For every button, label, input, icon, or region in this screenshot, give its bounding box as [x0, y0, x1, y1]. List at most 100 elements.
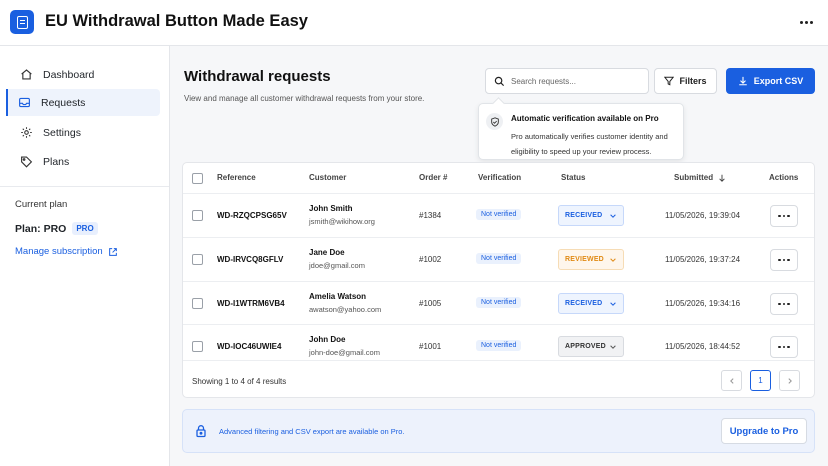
results-summary: Showing 1 to 4 of 4 results — [192, 377, 287, 386]
column-header-status: Status — [561, 173, 586, 182]
upgrade-to-pro-button[interactable]: Upgrade to Pro — [721, 418, 807, 444]
row-status-label: RECEIVED — [565, 212, 603, 219]
tooltip-body: Pro automatically verifies customer iden… — [511, 132, 668, 156]
pro-badge: PRO — [72, 222, 98, 235]
row-actions-button[interactable] — [770, 293, 798, 315]
column-header-verification: Verification — [478, 173, 522, 182]
row-reference: WD-IRVCQ8GFLV — [217, 255, 284, 264]
chevron-down-icon — [610, 213, 616, 218]
table-footer: Showing 1 to 4 of 4 results 1 — [183, 360, 814, 397]
table-row: WD-RZQCPSG65V John Smith jsmith@wikihow.… — [183, 193, 814, 236]
column-header-order: Order # — [419, 173, 448, 182]
next-page-button[interactable] — [779, 370, 800, 391]
current-plan-caption: Current plan — [15, 199, 68, 210]
tooltip-title: Automatic verification available on Pro — [511, 114, 659, 123]
filters-label: Filters — [679, 76, 707, 86]
sidebar: Dashboard Requests Settings Plans Curren… — [0, 46, 170, 466]
search-box[interactable] — [485, 68, 649, 94]
row-customer-email: jsmith@wikihow.org — [309, 217, 375, 226]
row-customer-name: Amelia Watson — [309, 292, 367, 301]
row-checkbox[interactable] — [192, 254, 203, 265]
chevron-left-icon — [729, 377, 734, 384]
column-header-submitted[interactable]: Submitted — [674, 173, 726, 182]
row-customer-email: john-doe@gmail.com — [309, 348, 380, 357]
column-header-actions: Actions — [769, 173, 799, 182]
row-checkbox[interactable] — [192, 210, 203, 221]
row-order-number: #1005 — [419, 299, 442, 308]
chevron-right-icon — [787, 377, 792, 384]
row-customer-name: John Doe — [309, 335, 346, 344]
export-csv-button[interactable]: Export CSV — [726, 68, 815, 94]
select-all-checkbox[interactable] — [192, 173, 203, 184]
row-customer-name: Jane Doe — [309, 248, 345, 257]
row-checkbox[interactable] — [192, 341, 203, 352]
app-title: EU Withdrawal Button Made Easy — [45, 12, 308, 30]
row-reference: WD-RZQCPSG65V — [217, 211, 287, 220]
sidebar-divider — [0, 186, 169, 187]
search-icon — [494, 76, 505, 86]
row-reference: WD-IOC46UWIE4 — [217, 342, 282, 351]
row-status-label: APPROVED — [565, 343, 606, 350]
row-verification-badge: Not verified — [476, 209, 522, 220]
search-input[interactable] — [511, 76, 641, 86]
table-row: WD-IRVCQ8GFLV Jane Doe jdoe@gmail.com #1… — [183, 237, 814, 280]
page-button-current[interactable]: 1 — [750, 370, 771, 391]
row-submitted-date: 11/05/2026, 18:44:52 — [665, 342, 741, 351]
upsell-message: Advanced filtering and CSV export are av… — [219, 427, 405, 436]
row-actions-button[interactable] — [770, 205, 798, 227]
column-header-customer: Customer — [309, 173, 347, 182]
sidebar-item-label: Plans — [43, 155, 70, 168]
tag-icon — [21, 156, 33, 168]
row-submitted-date: 11/05/2026, 19:37:24 — [665, 255, 741, 264]
sidebar-item-requests[interactable]: Requests — [6, 89, 160, 116]
chevron-down-icon — [610, 301, 616, 306]
lock-icon — [196, 425, 206, 438]
row-status-select[interactable]: REVIEWED — [558, 249, 624, 270]
row-customer-email: awatson@yahoo.com — [309, 305, 382, 314]
row-verification-badge: Not verified — [476, 297, 522, 308]
row-status-select[interactable]: RECEIVED — [558, 205, 624, 226]
row-status-select[interactable]: APPROVED — [558, 336, 624, 357]
upsell-banner: Advanced filtering and CSV export are av… — [182, 409, 815, 453]
row-verification-badge: Not verified — [476, 253, 522, 264]
requests-table: Reference Customer Order # Verification … — [182, 162, 815, 398]
table-row: WD-I1WTRM6VB4 Amelia Watson awatson@yaho… — [183, 281, 814, 324]
gear-icon — [21, 127, 32, 138]
column-header-submitted-label: Submitted — [674, 173, 714, 182]
row-checkbox[interactable] — [192, 298, 203, 309]
plan-indicator: Plan: PRO PRO — [15, 222, 98, 235]
sort-down-icon — [719, 174, 725, 182]
top-bar: EU Withdrawal Button Made Easy — [0, 0, 828, 46]
more-options-icon[interactable] — [798, 14, 814, 30]
row-reference: WD-I1WTRM6VB4 — [217, 299, 285, 308]
home-icon — [21, 69, 32, 80]
sidebar-item-label: Requests — [41, 96, 86, 109]
chevron-down-icon — [610, 257, 616, 262]
sidebar-item-settings[interactable]: Settings — [8, 119, 162, 146]
row-submitted-date: 11/05/2026, 19:34:16 — [665, 299, 741, 308]
filters-button[interactable]: Filters — [654, 68, 717, 94]
sidebar-item-dashboard[interactable]: Dashboard — [8, 61, 162, 88]
page-subtitle: View and manage all customer withdrawal … — [184, 94, 425, 103]
row-status-label: REVIEWED — [565, 256, 604, 263]
prev-page-button[interactable] — [721, 370, 742, 391]
row-verification-badge: Not verified — [476, 340, 522, 351]
row-order-number: #1384 — [419, 211, 442, 220]
row-order-number: #1001 — [419, 342, 442, 351]
app-logo-icon — [10, 10, 34, 34]
external-link-icon — [108, 247, 117, 256]
export-csv-label: Export CSV — [753, 76, 804, 86]
row-actions-button[interactable] — [770, 336, 798, 358]
manage-subscription-link[interactable]: Manage subscription — [15, 246, 118, 257]
row-actions-button[interactable] — [770, 249, 798, 271]
row-status-select[interactable]: RECEIVED — [558, 293, 624, 314]
row-status-label: RECEIVED — [565, 300, 603, 307]
download-icon — [738, 76, 747, 86]
sidebar-item-label: Settings — [43, 126, 81, 139]
row-order-number: #1002 — [419, 255, 442, 264]
row-submitted-date: 11/05/2026, 19:39:04 — [665, 211, 741, 220]
sidebar-item-plans[interactable]: Plans — [8, 148, 162, 175]
row-customer-name: John Smith — [309, 204, 353, 213]
column-header-reference: Reference — [217, 173, 256, 182]
filter-icon — [664, 76, 675, 86]
